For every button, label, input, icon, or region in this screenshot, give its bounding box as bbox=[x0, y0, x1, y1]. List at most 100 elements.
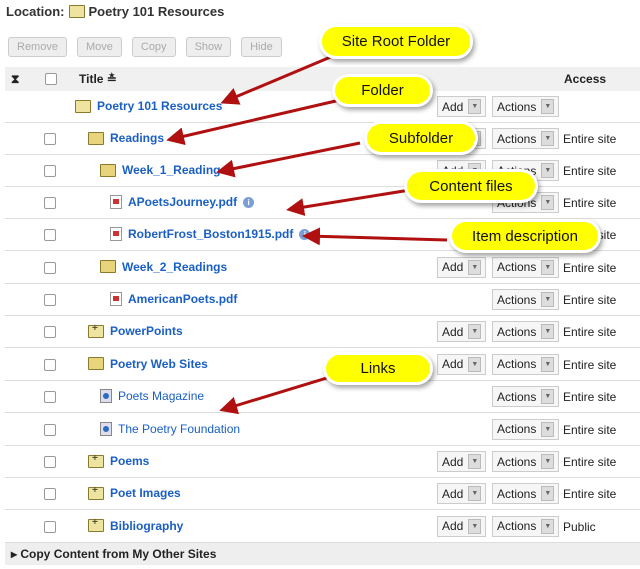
item-title-link[interactable]: AmericanPoets.pdf bbox=[128, 292, 237, 306]
table-row: PowerPoints Add▼Actions▼Entire site bbox=[5, 316, 640, 348]
select-all-checkbox[interactable] bbox=[45, 73, 57, 85]
info-icon[interactable]: i bbox=[299, 228, 311, 240]
item-title-link[interactable]: APoetsJourney.pdf bbox=[128, 195, 237, 209]
row-checkbox[interactable] bbox=[44, 520, 56, 533]
expand-all-icon[interactable]: ⧗ bbox=[11, 72, 19, 87]
item-title-link[interactable]: Bibliography bbox=[110, 519, 183, 533]
location-value: Poetry 101 Resources bbox=[88, 4, 225, 19]
table-row: Poems Add▼Actions▼Entire site bbox=[5, 446, 640, 478]
chevron-down-icon: ▼ bbox=[468, 259, 482, 275]
add-dropdown[interactable]: Add▼ bbox=[437, 483, 487, 504]
row-checkbox[interactable] bbox=[44, 326, 56, 338]
chevron-down-icon: ▼ bbox=[541, 454, 555, 469]
item-title-link[interactable]: Readings bbox=[110, 131, 164, 145]
chevron-down-icon: ▼ bbox=[468, 99, 482, 114]
item-title-link[interactable]: The Poetry Foundation bbox=[118, 422, 240, 436]
item-title-link[interactable]: Week_2_Readings bbox=[122, 260, 227, 274]
item-title-link[interactable]: Poems bbox=[110, 454, 149, 468]
chevron-down-icon: ▼ bbox=[541, 131, 555, 146]
access-value: Entire site bbox=[563, 132, 617, 146]
actions-dropdown[interactable]: Actions▼ bbox=[492, 418, 560, 440]
chevron-down-icon: ▼ bbox=[541, 163, 555, 178]
table-row: The Poetry Foundation Actions ▼ Entire site bbox=[5, 413, 640, 446]
show-button[interactable]: Show bbox=[185, 37, 232, 57]
actions-dropdown[interactable]: Actions▼ bbox=[492, 353, 560, 375]
chevron-down-icon: ▼ bbox=[468, 518, 482, 534]
item-title-link[interactable]: PowerPoints bbox=[110, 324, 183, 338]
row-checkbox[interactable] bbox=[44, 197, 56, 209]
access-value: Entire site bbox=[563, 260, 617, 275]
row-checkbox[interactable] bbox=[44, 133, 56, 145]
chevron-down-icon: ▼ bbox=[541, 518, 555, 534]
item-title-link[interactable]: Week_1_Readings bbox=[122, 163, 227, 177]
table-header: ⧗ Title ≛ Access bbox=[5, 67, 640, 91]
copy-content-label: Copy Content from My Other Sites bbox=[20, 547, 217, 561]
folder-icon bbox=[88, 323, 104, 338]
access-column-header: Access bbox=[564, 72, 607, 86]
location-breadcrumb: Location: Poetry 101 Resources bbox=[6, 4, 224, 19]
row-checkbox[interactable] bbox=[44, 261, 56, 274]
row-checkbox[interactable] bbox=[44, 488, 56, 500]
chevron-down-icon: ▼ bbox=[541, 195, 555, 210]
actions-dropdown[interactable]: Actions▼ bbox=[492, 386, 560, 407]
actions-dropdown[interactable]: Actions▼ bbox=[492, 483, 560, 504]
folder-icon bbox=[88, 453, 104, 468]
row-checkbox[interactable] bbox=[44, 423, 56, 436]
actions-dropdown[interactable]: Actions▼ bbox=[492, 321, 560, 342]
add-dropdown[interactable]: Add▼ bbox=[437, 515, 487, 537]
actions-dropdown[interactable]: Actions▼ bbox=[492, 289, 560, 310]
folder-icon bbox=[75, 99, 91, 113]
table-row: Week_1_Readings Add ▼ Actions ▼ Entire site bbox=[5, 155, 640, 187]
actions-dropdown[interactable]: Actions▼ bbox=[492, 451, 560, 472]
title-column-header[interactable]: Title ≛ bbox=[79, 72, 117, 86]
access-value: Entire site bbox=[563, 422, 617, 437]
actions-dropdown[interactable]: Actions▼ bbox=[492, 256, 560, 278]
access-value: Entire site bbox=[563, 196, 617, 210]
add-dropdown[interactable]: Add▼ bbox=[437, 353, 487, 375]
row-checkbox[interactable] bbox=[44, 391, 56, 403]
table-row: Poetry Web Sites Add ▼ Actions ▼ Entire site bbox=[5, 348, 640, 381]
access-value: Public bbox=[563, 519, 596, 534]
actions-dropdown[interactable]: Actions▼ bbox=[492, 128, 560, 149]
access-value: Entire site bbox=[563, 390, 617, 404]
info-icon[interactable]: i bbox=[243, 196, 255, 208]
folder-icon bbox=[68, 5, 85, 18]
add-dropdown[interactable]: Add▼ bbox=[437, 451, 487, 472]
actions-dropdown[interactable]: Actions▼ bbox=[492, 96, 560, 117]
callout-site-root-folder: Site Root Folder bbox=[322, 27, 470, 56]
hide-button[interactable]: Hide bbox=[241, 37, 282, 57]
chevron-down-icon: ▼ bbox=[468, 454, 482, 469]
copy-button[interactable]: Copy bbox=[131, 37, 176, 57]
callout-folder: Folder bbox=[335, 77, 430, 104]
actions-dropdown[interactable]: Actions▼ bbox=[492, 515, 560, 537]
table-row: AmericanPoets.pdf Actions ▼ Entire site bbox=[5, 284, 640, 316]
access-value: Entire site bbox=[563, 164, 617, 178]
pdf-icon bbox=[110, 292, 122, 306]
item-title-link[interactable]: Poetry 101 Resources bbox=[97, 99, 222, 113]
row-checkbox[interactable] bbox=[44, 358, 56, 371]
chevron-down-icon: ▼ bbox=[541, 324, 555, 339]
row-checkbox[interactable] bbox=[44, 165, 56, 177]
item-title-link[interactable]: RobertFrost_Boston1915.pdf bbox=[128, 227, 293, 241]
item-title-link[interactable]: Poet Images bbox=[110, 486, 181, 500]
access-value: Entire site bbox=[563, 325, 617, 339]
item-title-link[interactable]: Poets Magazine bbox=[118, 389, 204, 403]
add-dropdown[interactable]: Add▼ bbox=[437, 321, 487, 342]
remove-button[interactable]: Remove bbox=[8, 37, 67, 57]
row-checkbox[interactable] bbox=[44, 229, 56, 241]
add-dropdown[interactable]: Add▼ bbox=[437, 96, 487, 117]
move-button[interactable]: Move bbox=[76, 37, 122, 57]
add-dropdown[interactable]: Add▼ bbox=[437, 256, 487, 278]
chevron-down-icon: ▼ bbox=[541, 421, 555, 437]
weblink-icon bbox=[100, 389, 112, 403]
access-value: Entire site bbox=[563, 357, 617, 372]
copy-content-section[interactable]: ▸ Copy Content from My Other Sites bbox=[5, 543, 640, 565]
table-row: Bibliography Add▼Actions▼Public bbox=[5, 510, 640, 543]
table-row: Poet Images Add▼Actions▼Entire site bbox=[5, 478, 640, 510]
row-checkbox[interactable] bbox=[44, 294, 56, 306]
row-checkbox[interactable] bbox=[44, 456, 56, 468]
toolbar: Remove Move Copy Show Hide bbox=[8, 37, 282, 57]
pdf-icon bbox=[110, 195, 122, 209]
item-title-link[interactable]: Poetry Web Sites bbox=[110, 357, 208, 371]
chevron-down-icon: ▼ bbox=[541, 259, 555, 275]
